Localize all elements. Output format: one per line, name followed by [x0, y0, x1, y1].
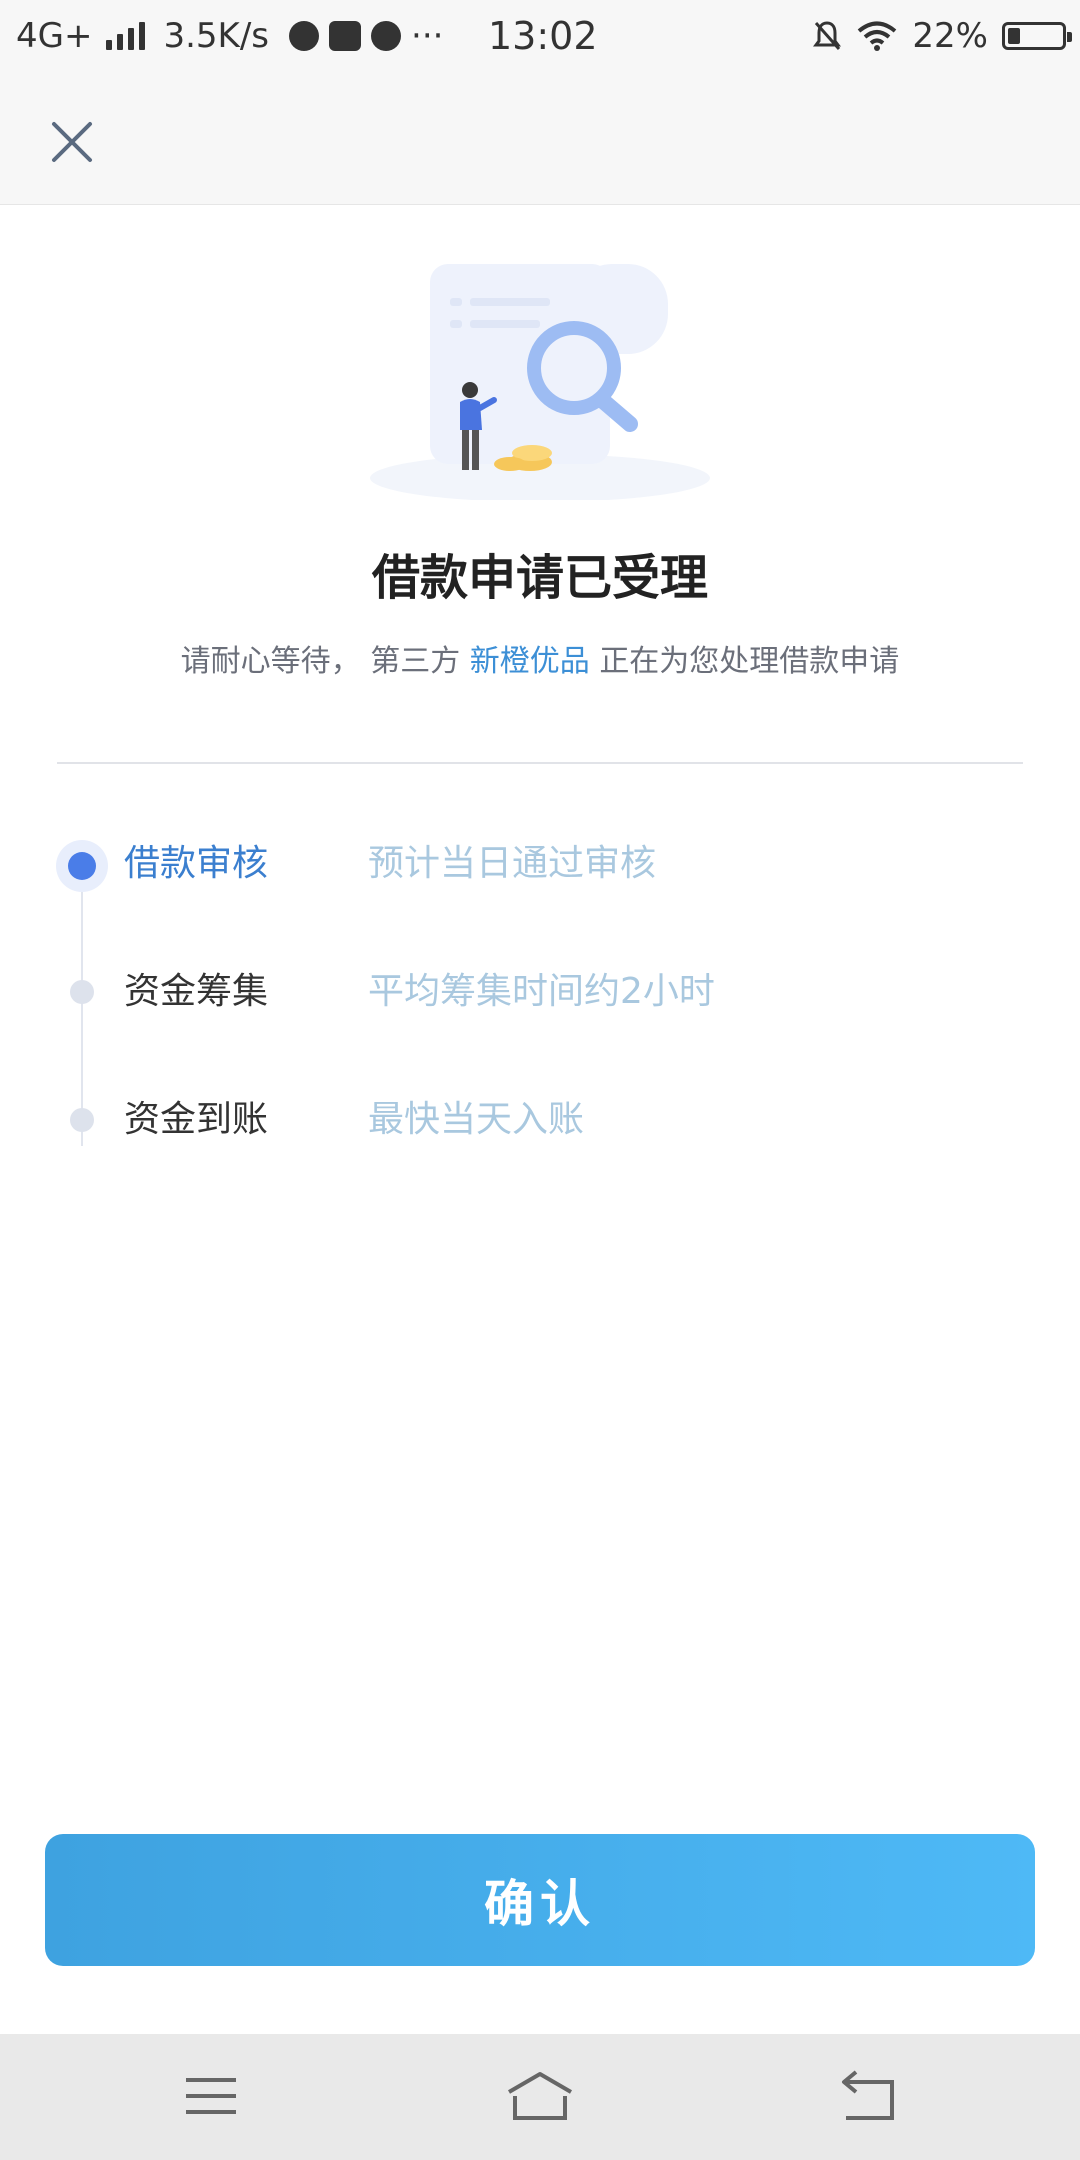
- menu-icon: [186, 2078, 236, 2114]
- subtitle-brand: 新橙优品: [469, 644, 590, 679]
- step-desc: 平均筹集时间约2小时: [368, 971, 715, 1012]
- more-notifications: ···: [411, 16, 444, 56]
- top-bar: [0, 72, 1080, 205]
- network-speed: 3.5K/s: [163, 16, 270, 56]
- step-item: 资金到账 最快当天入账: [0, 1078, 1080, 1158]
- step-label: 资金筹集: [124, 971, 269, 1012]
- step-item: 借款审核 预计当日通过审核: [0, 820, 1080, 900]
- review-illustration: [370, 264, 710, 500]
- status-right: 22%: [812, 0, 1072, 72]
- step-dot-active: [56, 840, 108, 892]
- step-dot: [56, 966, 108, 1018]
- menu-button[interactable]: [166, 2062, 256, 2132]
- wifi-icon: [858, 21, 897, 51]
- subtitle-prefix: 请耐心等待， 第三方: [180, 644, 461, 679]
- battery-icon: [1002, 22, 1072, 50]
- close-button[interactable]: [44, 114, 100, 170]
- confirm-button[interactable]: 确认: [45, 1834, 1035, 1966]
- mute-icon: [813, 21, 842, 50]
- home-button[interactable]: [495, 2062, 585, 2132]
- browser-icon: [371, 21, 402, 51]
- status-bar: 4G+ 3.5K/s ··· 13:02 22%: [0, 0, 1080, 72]
- subtitle-suffix: 正在为您处理借款申请: [599, 644, 900, 679]
- status-left: 4G+ 3.5K/s ···: [16, 0, 443, 72]
- back-icon: [842, 2070, 894, 2120]
- step-label: 资金到账: [124, 1099, 269, 1140]
- back-button[interactable]: [824, 2062, 914, 2132]
- signal-icon: [106, 22, 146, 50]
- close-icon: [52, 122, 92, 162]
- step-desc: 预计当日通过审核: [368, 843, 657, 884]
- result-subtitle: 请耐心等待， 第三方 新橙优品 正在为您处理借款申请: [0, 636, 1080, 680]
- step-label: 借款审核: [124, 843, 269, 884]
- step-item: 资金筹集 平均筹集时间约2小时: [0, 950, 1080, 1030]
- clock: 13:02: [488, 14, 598, 58]
- qq-icon: [289, 21, 320, 51]
- system-nav-bar: [0, 2034, 1080, 2160]
- step-dot: [56, 1094, 108, 1146]
- result-title: 借款申请已受理: [371, 550, 708, 606]
- divider: [57, 762, 1023, 764]
- network-type: 4G+: [16, 16, 93, 56]
- battery-percent: 22%: [912, 16, 988, 56]
- step-desc: 最快当天入账: [368, 1099, 585, 1140]
- message-icon: [329, 21, 362, 51]
- home-icon: [507, 2072, 573, 2120]
